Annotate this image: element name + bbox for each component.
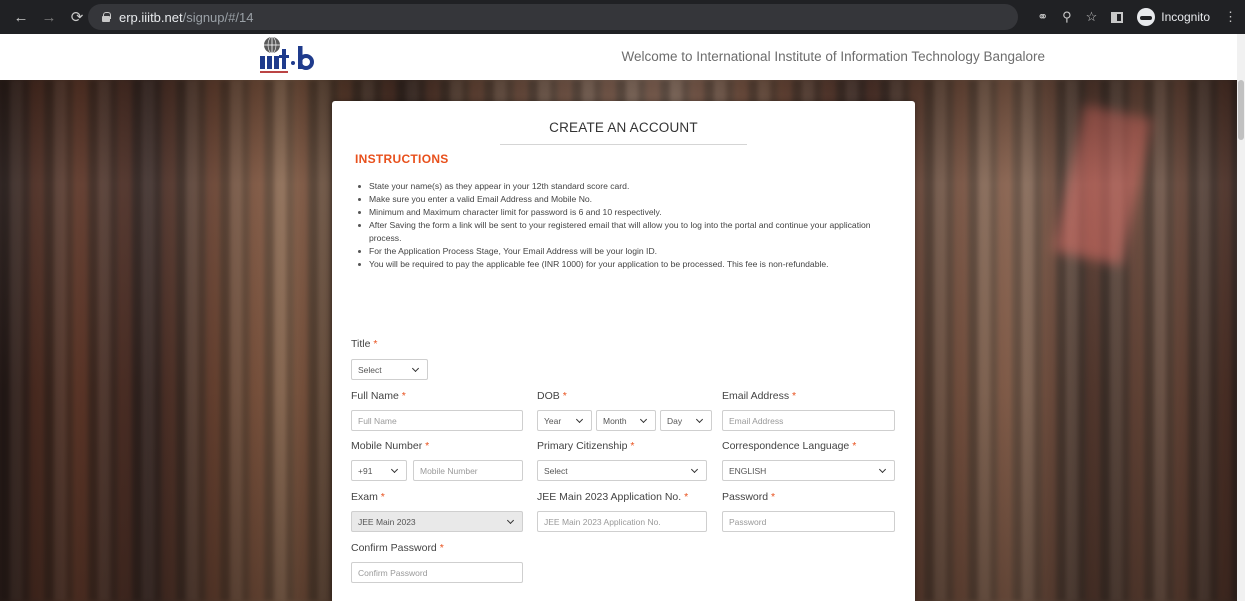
instruction-item: You will be required to pay the applicab… <box>355 258 900 271</box>
menu-icon[interactable]: ⋮ <box>1224 9 1237 25</box>
confirm-password-input[interactable]: Confirm Password <box>351 562 523 583</box>
title-select[interactable]: Select <box>351 359 428 380</box>
chevron-down-icon <box>391 466 400 475</box>
incognito-indicator[interactable]: Incognito <box>1137 8 1210 26</box>
welcome-text: Welcome to International Institute of In… <box>621 49 1045 64</box>
exam-select[interactable]: JEE Main 2023 <box>351 511 523 532</box>
citizenship-select[interactable]: Select <box>537 460 707 481</box>
dob-year-select[interactable]: Year <box>537 410 592 431</box>
scroll-thumb[interactable] <box>1238 80 1244 140</box>
browser-actions: ⚭ ⚲ ☆ Incognito ⋮ <box>1037 0 1237 34</box>
side-panel-icon[interactable] <box>1111 11 1124 23</box>
country-code-select[interactable]: +91 <box>351 460 407 481</box>
instruction-item: After Saving the form a link will be sen… <box>355 219 900 245</box>
title-label: Title * <box>351 338 378 350</box>
browser-toolbar: ← → ⟳ erp.iiitb.net/signup/#/14 ⚭ ⚲ ☆ In… <box>0 0 1245 34</box>
email-input[interactable]: Email Address <box>722 410 895 431</box>
url-host: erp.iiitb.net <box>119 9 183 25</box>
chevron-down-icon <box>696 416 705 425</box>
address-bar[interactable]: erp.iiitb.net/signup/#/14 <box>88 4 1018 30</box>
full-name-input[interactable]: Full Name <box>351 410 523 431</box>
exam-label: Exam * <box>351 491 385 503</box>
jee-app-no-label: JEE Main 2023 Application No. * <box>537 491 689 503</box>
instruction-item: Make sure you enter a valid Email Addres… <box>355 193 900 206</box>
mobile-label: Mobile Number * <box>351 440 430 452</box>
dob-label: DOB * <box>537 390 567 402</box>
chevron-down-icon <box>640 416 649 425</box>
incognito-label: Incognito <box>1161 10 1210 24</box>
instruction-item: Minimum and Maximum character limit for … <box>355 206 900 219</box>
password-input[interactable]: Password <box>722 511 895 532</box>
language-select[interactable]: ENGLISH <box>722 460 895 481</box>
language-label: Correspondence Language * <box>722 440 857 452</box>
incognito-icon <box>1137 8 1156 26</box>
zoom-icon[interactable]: ⚲ <box>1062 9 1072 25</box>
instruction-item: For the Application Process Stage, Your … <box>355 245 900 258</box>
dob-month-select[interactable]: Month <box>596 410 656 431</box>
confirm-password-label: Confirm Password * <box>351 542 444 554</box>
chevron-down-icon <box>412 365 421 374</box>
iiitb-logo[interactable] <box>258 36 318 76</box>
chevron-down-icon <box>507 517 516 526</box>
dob-day-select[interactable]: Day <box>660 410 712 431</box>
citizenship-label: Primary Citizenship * <box>537 440 635 452</box>
key-icon[interactable]: ⚭ <box>1037 9 1048 25</box>
back-icon[interactable]: ← <box>10 6 32 28</box>
site-header: Welcome to International Institute of In… <box>0 34 1245 80</box>
page-title: CREATE AN ACCOUNT <box>549 120 698 135</box>
lock-icon[interactable] <box>102 12 111 22</box>
reload-icon[interactable]: ⟳ <box>66 6 88 28</box>
chevron-down-icon <box>576 416 585 425</box>
password-label: Password * <box>722 491 776 503</box>
full-name-label: Full Name * <box>351 390 406 402</box>
chevron-down-icon <box>879 466 888 475</box>
chevron-down-icon <box>691 466 700 475</box>
mobile-number-input[interactable]: Mobile Number <box>413 460 523 481</box>
background-book <box>1053 104 1153 266</box>
signup-card: CREATE AN ACCOUNT INSTRUCTIONS State you… <box>332 101 915 601</box>
instruction-item: State your name(s) as they appear in you… <box>355 180 900 193</box>
instructions-list: State your name(s) as they appear in you… <box>355 180 900 271</box>
url-path: /signup/#/14 <box>182 9 254 25</box>
jee-app-no-input[interactable]: JEE Main 2023 Application No. <box>537 511 707 532</box>
page-scrollbar[interactable] <box>1237 34 1245 601</box>
email-label: Email Address * <box>722 390 797 402</box>
star-icon[interactable]: ☆ <box>1086 9 1098 25</box>
instructions-heading: INSTRUCTIONS <box>355 152 449 166</box>
title-divider <box>500 144 747 145</box>
forward-icon[interactable]: → <box>38 6 60 28</box>
